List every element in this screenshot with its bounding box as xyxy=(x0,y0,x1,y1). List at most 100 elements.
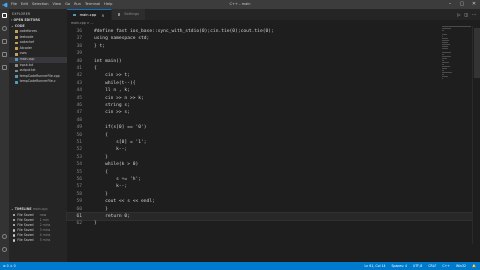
code-text: { xyxy=(94,132,108,138)
extensions-icon[interactable] xyxy=(2,65,7,70)
code-editor[interactable]: 36 #define fast ios_base::sync_with_stdio… xyxy=(66,26,480,244)
search-icon[interactable] xyxy=(2,26,7,31)
minimap[interactable] xyxy=(442,26,472,79)
explorer-icon[interactable] xyxy=(2,13,7,18)
minimap-line xyxy=(442,26,472,27)
code-line[interactable]: 48 xyxy=(67,117,472,124)
menu-edit[interactable]: Edit xyxy=(21,0,28,9)
line-number: 38 xyxy=(76,43,82,49)
minimap-line xyxy=(442,52,451,53)
code-line[interactable]: 38 } t; xyxy=(67,43,472,50)
sidebar-title: EXPLORER xyxy=(12,12,31,16)
minimap-line xyxy=(442,72,452,73)
minimap-line xyxy=(442,60,445,61)
file-icon xyxy=(15,58,18,62)
language-mode[interactable]: C++ xyxy=(442,264,450,268)
code-line[interactable]: 54 while(k > 0) xyxy=(67,161,472,168)
minimap-line xyxy=(442,30,444,31)
code-line[interactable]: 43 while(t--){ xyxy=(67,80,472,87)
indentation[interactable]: Spaces: 4 xyxy=(392,264,408,268)
code-line[interactable]: 44 ll n , k; xyxy=(67,87,472,94)
line-number: 59 xyxy=(76,199,82,205)
problems-indicator[interactable]: ⊗ 0 ⚠ 0 xyxy=(3,264,16,268)
code-line[interactable]: 57 k--; xyxy=(67,183,472,190)
code-text: s[0] = '1'; xyxy=(94,140,147,145)
run-debug-icon[interactable] xyxy=(2,52,7,57)
code-line[interactable]: 41 { xyxy=(67,65,472,72)
code-line[interactable]: 50 { xyxy=(67,132,472,139)
file-icon xyxy=(15,47,18,50)
more-actions-icon[interactable]: ··· xyxy=(472,12,476,17)
tab-settings[interactable]: Settings xyxy=(111,9,146,20)
code-line[interactable]: 61 return 0; xyxy=(66,212,473,221)
line-ending[interactable]: CRLF xyxy=(428,264,436,268)
open-editors-label: OPEN EDITORS xyxy=(13,18,41,22)
code-line[interactable]: 42 cin >> t; xyxy=(67,72,472,79)
run-icon[interactable]: ▷ xyxy=(457,12,460,17)
code-line[interactable]: 62} xyxy=(67,220,472,227)
code-line[interactable]: 58 } xyxy=(67,191,472,198)
code-line[interactable]: 56 s += 'h'; xyxy=(67,176,472,183)
menu-view[interactable]: View xyxy=(53,0,62,9)
code-text: k--; xyxy=(94,184,128,190)
code-line[interactable]: 40 int main() xyxy=(67,58,472,65)
code-text: while(k > 0) xyxy=(94,162,139,168)
notifications-icon[interactable]: 🔔 xyxy=(472,264,476,268)
file-tree: codeforces leetcode codechef Atcoder cses mai… xyxy=(9,29,67,85)
gear-icon[interactable] xyxy=(2,247,7,252)
line-number: 62 xyxy=(76,221,82,227)
code-text: } xyxy=(94,154,108,160)
line-number: 54 xyxy=(76,162,82,168)
code-line[interactable]: 46 string s; xyxy=(67,102,472,109)
file-icon xyxy=(15,30,18,34)
code-line[interactable]: 51 s[0] = '1'; xyxy=(67,139,472,146)
menu-file[interactable]: File xyxy=(11,0,17,9)
code-line[interactable]: 53 } xyxy=(67,154,472,161)
code-line[interactable]: 45 cin >> n >> k; xyxy=(67,95,472,102)
minimap-line xyxy=(442,44,451,45)
tab-main-cpp[interactable]: main.cpp × xyxy=(67,9,112,20)
minimap-line xyxy=(442,62,450,63)
code-line[interactable]: 52 k--; xyxy=(67,146,472,153)
code-line[interactable]: 49 if(s[0] == '0') xyxy=(67,124,472,131)
account-icon[interactable] xyxy=(2,234,7,239)
timeline-item-time: 5 mins xyxy=(39,237,51,242)
minimap-line xyxy=(442,76,448,77)
close-icon[interactable]: ✕ xyxy=(468,0,480,9)
minimap-line xyxy=(442,68,448,69)
code-line[interactable]: 36 #define fast ios_base::sync_with_stdio… xyxy=(67,28,472,35)
platform[interactable]: Win32 xyxy=(456,264,466,268)
menu-run[interactable]: Run xyxy=(74,0,81,9)
minimize-icon[interactable]: – xyxy=(444,0,456,9)
code-line[interactable]: 47 cin >> s; xyxy=(67,109,472,116)
timeline-item[interactable]: File Saved 5 mins xyxy=(9,238,67,243)
minimap-line xyxy=(442,42,448,43)
split-editor-icon[interactable]: ◫ xyxy=(464,12,468,17)
code-text: } t; xyxy=(94,43,106,49)
code-line[interactable]: 59 cout << s << endl; xyxy=(67,198,472,205)
tree-item[interactable]: tempCodeRunnerFile.c xyxy=(9,79,67,85)
cursor-position[interactable]: Ln 61, Col 14 xyxy=(365,264,386,268)
maximize-icon[interactable]: ▢ xyxy=(456,0,468,9)
source-control-icon[interactable] xyxy=(2,39,7,44)
menu-help[interactable]: Help xyxy=(104,0,112,9)
close-tab-icon[interactable]: × xyxy=(101,10,104,21)
timeline-dot-icon xyxy=(13,234,16,237)
encoding[interactable]: UTF-8 xyxy=(413,264,422,268)
minimap-line xyxy=(442,56,451,57)
code-line[interactable]: 60 } xyxy=(67,206,472,213)
menu-selection[interactable]: Selection xyxy=(32,0,49,9)
editor-scrollbar[interactable] xyxy=(472,26,480,244)
menu-terminal[interactable]: Terminal xyxy=(85,0,100,9)
file-icon xyxy=(15,75,18,78)
line-number: 61 xyxy=(76,214,82,219)
code-line[interactable]: 55 { xyxy=(67,169,472,176)
line-number: 44 xyxy=(76,88,82,94)
scrollbar-thumb[interactable] xyxy=(474,28,480,78)
code-line[interactable]: 39 xyxy=(67,50,472,57)
menu-go[interactable]: Go xyxy=(65,0,70,9)
code-line[interactable]: 37 using namespace std; xyxy=(67,35,472,42)
line-number: 55 xyxy=(76,169,82,175)
tab-label: Settings xyxy=(124,12,139,16)
line-number: 49 xyxy=(76,125,82,131)
